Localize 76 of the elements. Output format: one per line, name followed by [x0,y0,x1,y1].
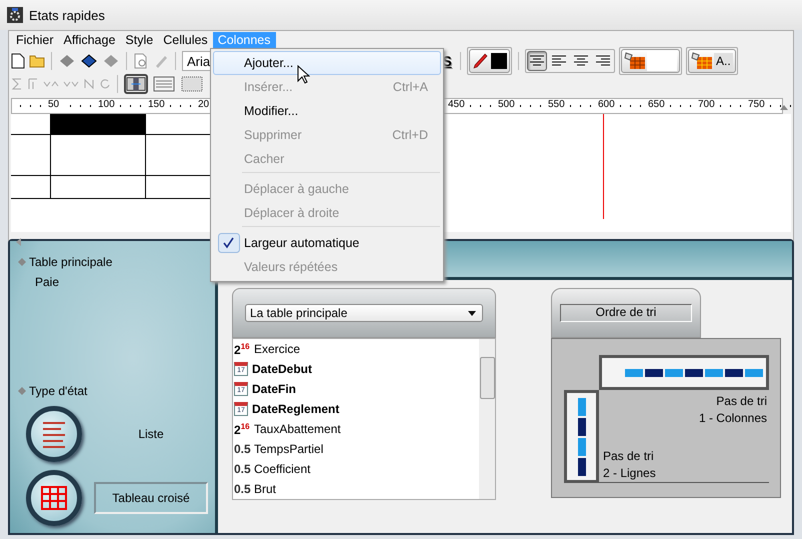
ruler-label: 700 [698,99,715,110]
table-cell[interactable] [51,176,146,199]
field-item[interactable]: 2$^{16}$ Exercice [233,339,479,359]
menu-item[interactable]: Fichier [11,32,59,48]
align-lines-icon [573,55,589,67]
checkmark-icon [218,233,240,253]
ruler-label: 600 [598,99,615,110]
ruler-label: 100 [98,99,115,110]
align-button[interactable] [527,51,547,71]
table-cell[interactable] [51,135,146,176]
table-cell[interactable] [11,176,51,199]
decimal-type-icon: 0.5 [234,482,250,496]
integer-type-icon: 2$^{16}$ [234,422,250,436]
ruler-label: 150 [148,99,165,110]
menu-option[interactable]: Ajouter... [213,51,441,75]
table-dropdown[interactable]: La table principale [245,304,483,322]
menu-item[interactable]: Cellules [158,32,213,48]
diamond-icon [18,258,26,266]
field-item[interactable]: 2$^{16}$ TauxAbattement [233,419,479,439]
ruler-label: 20 [198,99,210,110]
align-lines-icon [595,55,611,67]
menu-item[interactable]: Affichage [58,32,120,48]
decimal-type-icon: 0.5 [234,442,250,456]
ruler-label: 450 [448,99,465,110]
mouse-cursor-icon [297,65,310,85]
ruler-label: 550 [548,99,565,110]
ruler-label: 750 [748,99,765,110]
ruler-label: 650 [648,99,665,110]
align-lines-icon [551,55,567,67]
field-item[interactable]: 0.5 TempsPartiel [233,439,479,459]
section-label: Type d'état [29,384,88,398]
pen-color-button[interactable] [469,49,510,73]
field-item[interactable]: 0.5 Coefficient [233,459,479,479]
scrollbar[interactable] [479,339,495,499]
section-label: Table principale [29,255,112,269]
sort-value: 1 - Colonnes [698,411,767,425]
app-gear-icon [7,7,23,23]
pencil-icon [472,53,490,69]
fill-grid-icon [624,52,646,70]
menu-item[interactable]: Style [120,32,158,48]
integer-type-icon: 2$^{16}$ [234,342,250,356]
report-type-label[interactable]: Tableau croisé [94,482,208,514]
scroll-left-icon[interactable] [14,237,22,247]
decimal-type-icon: 0.5 [234,462,250,476]
menu-option[interactable]: Largeur automatique [213,231,441,255]
list-type-button[interactable] [26,406,82,462]
ruler-label: 50 [48,99,60,110]
view-button[interactable] [124,74,148,94]
align-lines-icon [529,55,545,67]
font-color-button[interactable]: A.. [688,49,736,73]
menu-option[interactable]: Modifier... [213,99,441,123]
new-document-icon[interactable] [11,53,25,69]
crosstab-type-button[interactable] [26,470,82,526]
table-name: Paie [35,275,60,289]
report-type-label[interactable]: Liste [94,418,208,450]
view-button[interactable] [152,74,176,94]
table-cell[interactable] [11,135,51,176]
shortcut-label: Ctrl+D [392,128,428,142]
window-title: Etats rapides [29,8,105,22]
sort-title: Ordre de tri [560,304,692,322]
diamond-icon [18,387,26,395]
field-item[interactable]: 0.5 Brut [233,479,479,499]
sort-value: 2 - Lignes [603,466,657,480]
view-icon [126,76,146,92]
scroll-up-icon[interactable] [779,103,789,111]
fill-grid-icon [691,52,713,70]
sort-label: Pas de tri [716,394,767,408]
view-button[interactable] [180,74,204,94]
shortcut-label: Ctrl+A [392,80,428,94]
dropdown-arrow-icon [468,310,476,316]
page-magnifier-icon[interactable] [133,53,149,69]
fill-color-button[interactable] [621,49,680,73]
ruler-label: 500 [498,99,515,110]
view-icon [181,76,203,92]
sort-label: Pas de tri [603,449,655,463]
view-icon [153,76,175,92]
